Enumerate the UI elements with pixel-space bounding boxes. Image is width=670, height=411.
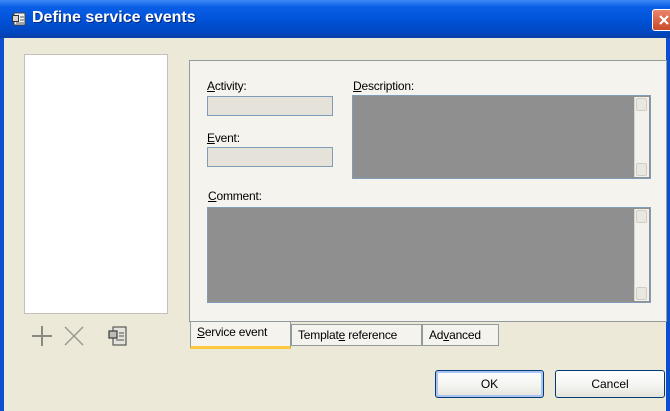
window-icon: [12, 12, 26, 26]
close-icon: [659, 15, 669, 25]
comment-textarea[interactable]: [207, 207, 651, 303]
tab-template-reference[interactable]: Template reference: [291, 324, 422, 346]
service-event-tab-panel: Activity: Event: Description: Comment:: [189, 60, 667, 322]
activity-label: Activity:: [207, 79, 247, 93]
comment-label: Comment:: [208, 189, 262, 203]
scroll-up-arrow[interactable]: [636, 98, 647, 111]
ok-button[interactable]: OK: [435, 370, 544, 398]
cross-icon[interactable]: [62, 324, 86, 348]
event-field[interactable]: [207, 147, 333, 167]
description-scrollbar[interactable]: [634, 97, 649, 177]
cancel-button[interactable]: Cancel: [555, 370, 665, 398]
service-event-list[interactable]: [24, 54, 168, 314]
properties-icon[interactable]: [106, 324, 130, 348]
description-label: Description:: [353, 79, 414, 93]
title-bar[interactable]: Define service events: [0, 0, 670, 38]
scroll-down-arrow[interactable]: [636, 287, 647, 300]
tab-service-event[interactable]: Service event: [190, 322, 291, 349]
activity-field[interactable]: [207, 96, 333, 116]
window-title: Define service events: [32, 9, 196, 26]
define-service-events-dialog: Define service events Activity: Event: D…: [0, 0, 670, 411]
event-label: Event:: [207, 131, 240, 145]
scroll-down-arrow[interactable]: [636, 163, 647, 176]
plus-icon[interactable]: [30, 324, 54, 348]
window-border-left: [0, 38, 4, 411]
close-button[interactable]: [652, 9, 670, 31]
tab-advanced[interactable]: Advanced: [422, 324, 499, 346]
scroll-up-arrow[interactable]: [636, 210, 647, 223]
description-textarea[interactable]: [352, 95, 651, 179]
comment-scrollbar[interactable]: [634, 209, 649, 301]
